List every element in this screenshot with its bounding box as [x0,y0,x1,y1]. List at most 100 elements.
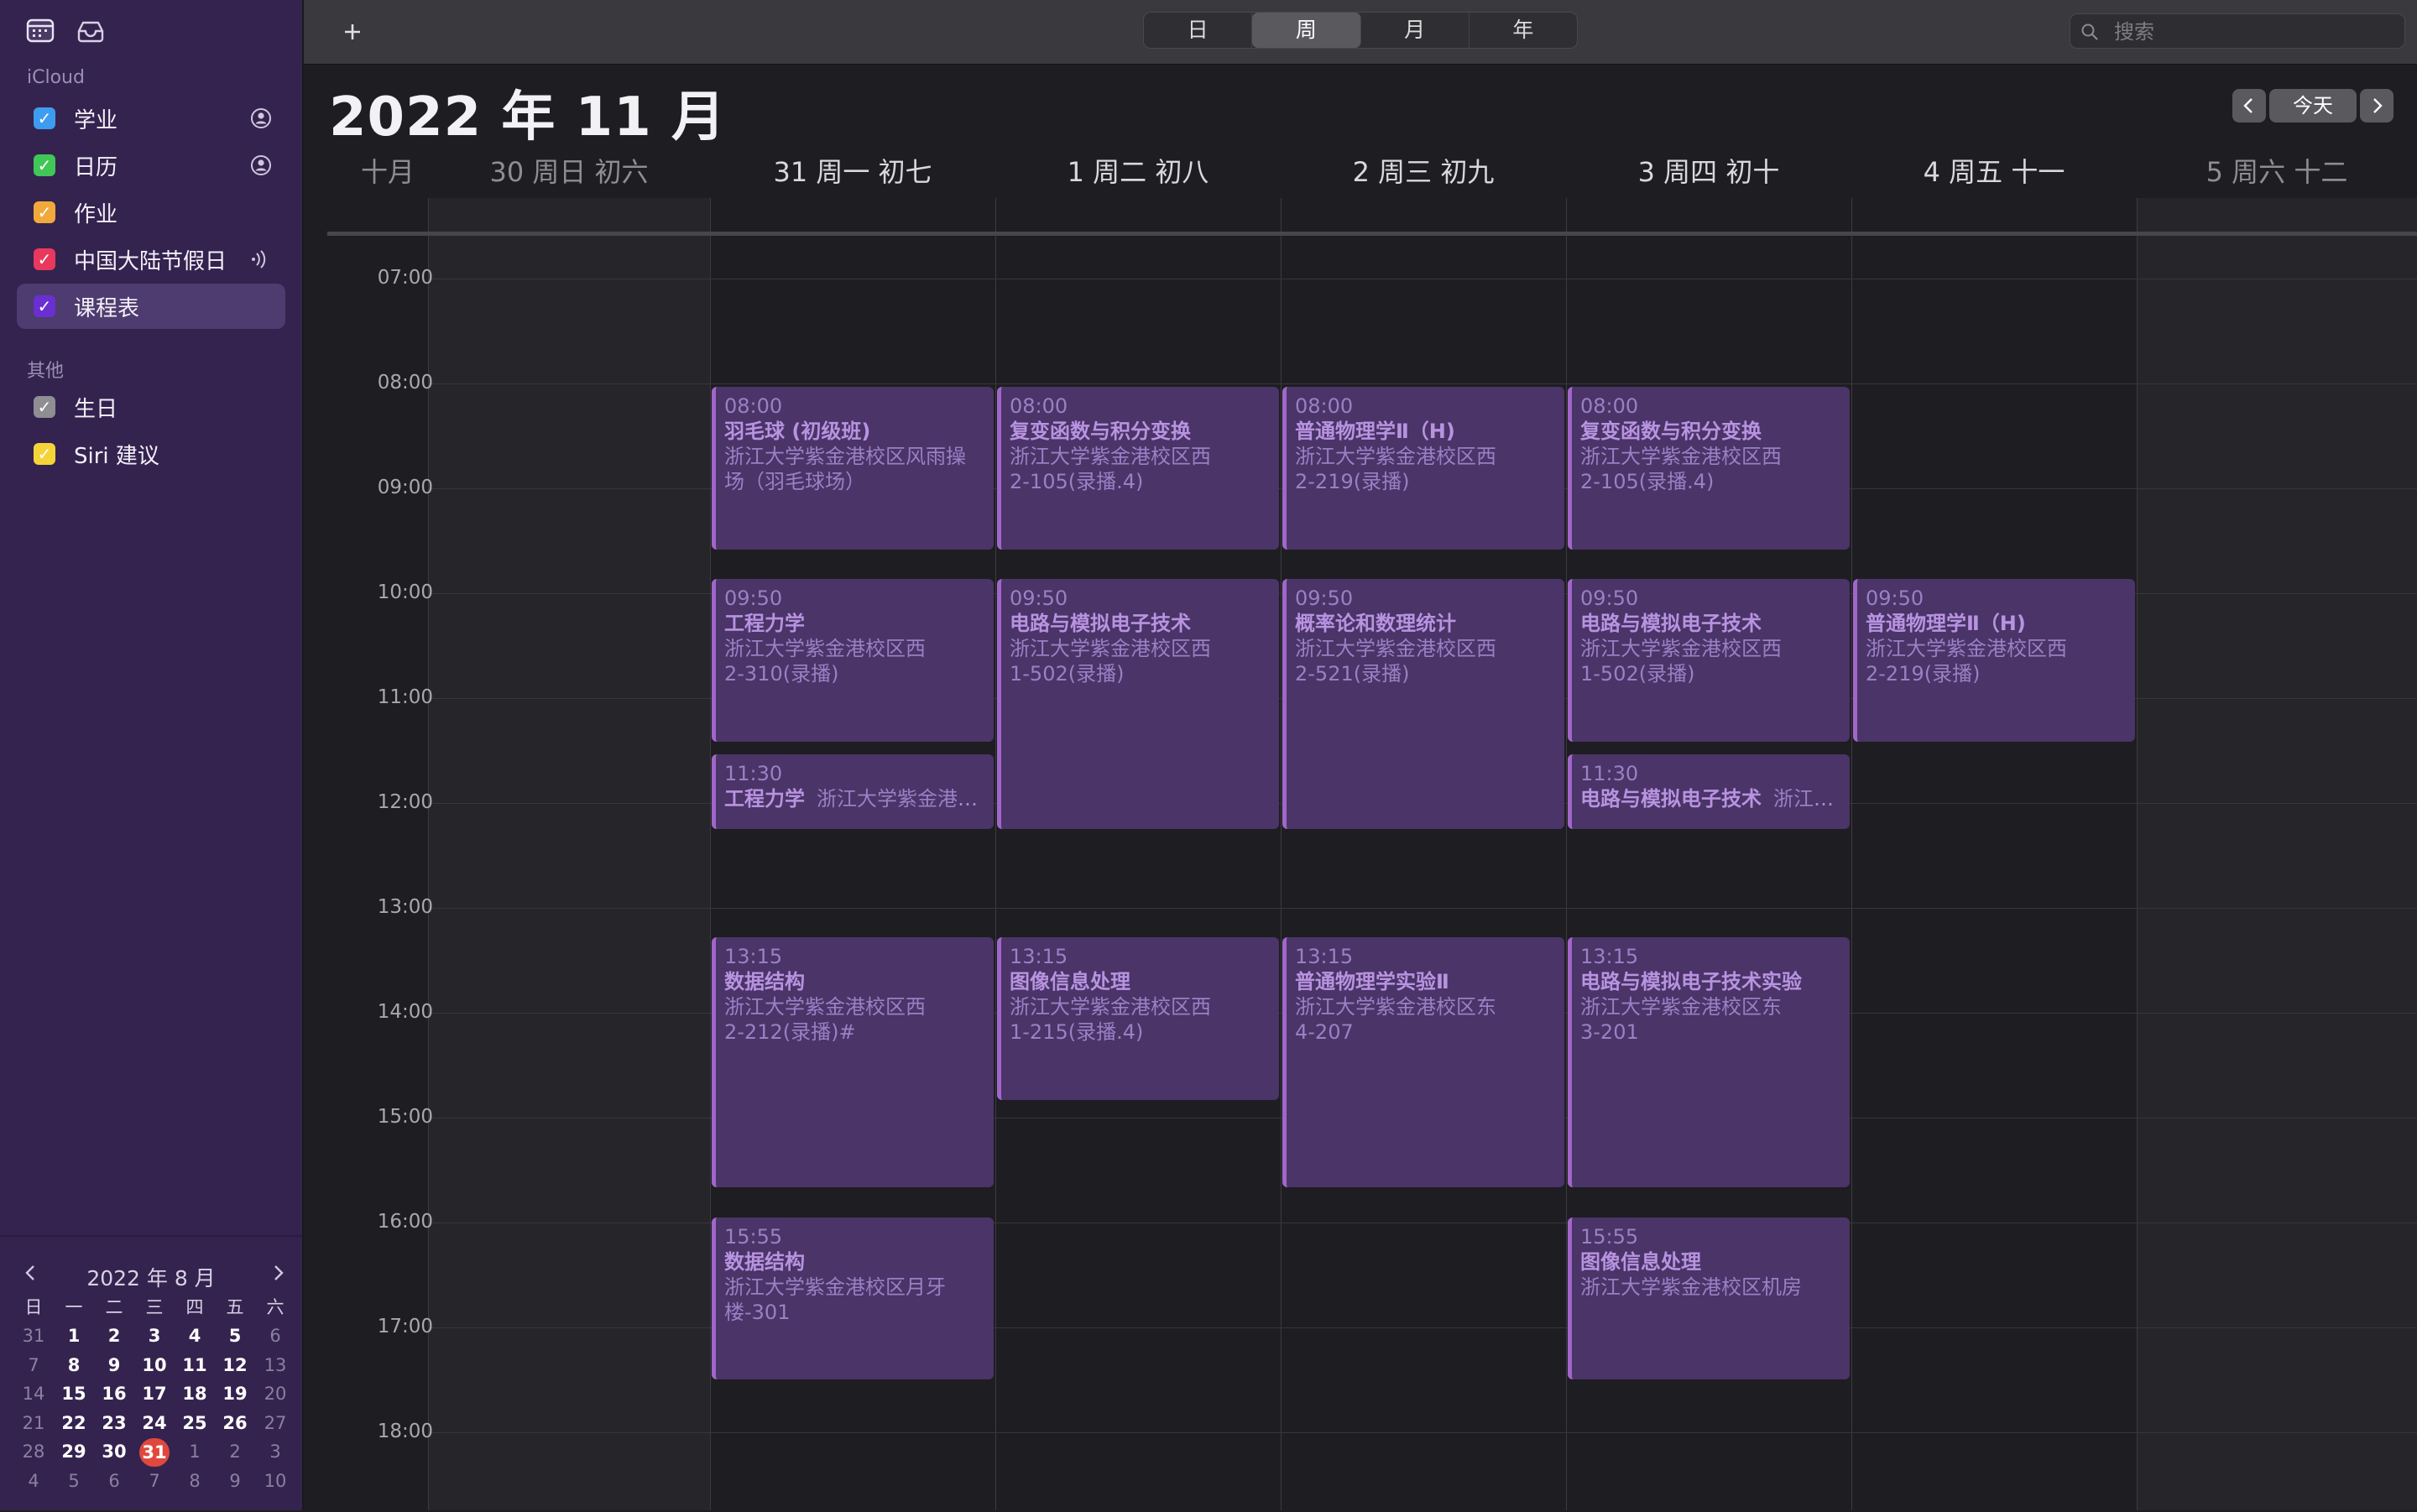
calendar-event[interactable]: 13:15 电路与模拟电子技术实验 浙江大学紫金港校区东 3-201 [1568,937,1850,1188]
next-week-button[interactable] [2360,89,2394,123]
mini-day[interactable]: 6 [97,1468,131,1494]
mini-next-month-icon[interactable] [265,1260,290,1285]
calendar-event[interactable]: 11:30电路与模拟电子技术浙江大学紫金港校区西1-502(录播) [1568,753,1850,830]
calendar-checkbox[interactable]: ✓ [34,443,55,465]
add-event-button[interactable] [336,15,369,49]
calendar-event[interactable]: 09:50 电路与模拟电子技术 浙江大学紫金港校区西 1-502(录播) [997,579,1279,830]
mini-day[interactable]: 1 [178,1438,211,1465]
mini-day[interactable]: 21 [17,1410,50,1436]
calendar-event[interactable]: 15:55 数据结构 浙江大学紫金港校区月牙 楼-301 [712,1217,994,1380]
mini-day[interactable]: 17 [138,1380,171,1407]
calendar-event[interactable]: 08:00 复变函数与积分变换 浙江大学紫金港校区西 2-105(录播.4) [1568,387,1850,550]
mini-day[interactable]: 23 [97,1410,131,1436]
mini-day[interactable]: 28 [17,1438,50,1465]
mini-day[interactable]: 1 [57,1322,91,1349]
mini-day[interactable]: 9 [218,1468,252,1494]
calendar-item[interactable]: ✓ 学业 [17,96,285,141]
mini-day[interactable]: 24 [138,1410,171,1436]
mini-day[interactable]: 29 [57,1438,91,1465]
mini-day[interactable]: 9 [97,1352,131,1379]
view-day-tab[interactable]: 日 [1144,13,1253,48]
calendar-checkbox[interactable]: ✓ [34,154,55,176]
mini-day[interactable]: 7 [17,1352,50,1379]
calendar-checkbox[interactable]: ✓ [34,396,55,418]
calendar-event[interactable]: 08:00 普通物理学Ⅱ（H) 浙江大学紫金港校区西 2-219(录播) [1282,387,1564,550]
calendar-event[interactable]: 08:00 羽毛球 (初级班) 浙江大学紫金港校区风雨操 场（羽毛球场） [712,387,994,550]
other-section-label: 其他 [27,361,65,382]
mini-day[interactable]: 12 [218,1352,252,1379]
calendar-event[interactable]: 09:50 概率论和数理统计 浙江大学紫金港校区西 2-521(录播) [1282,579,1564,830]
calendar-checkbox[interactable]: ✓ [34,295,55,317]
mini-day[interactable]: 25 [178,1410,211,1436]
mini-day[interactable]: 30 [97,1438,131,1465]
mini-day[interactable]: 8 [178,1468,211,1494]
mini-day[interactable]: 20 [258,1380,292,1407]
mini-weekday-label: 六 [266,1297,285,1317]
event-time: 13:15 [1580,945,1639,969]
view-year-tab[interactable]: 年 [1470,13,1577,48]
mini-day[interactable]: 10 [258,1468,292,1494]
day-column-header[interactable]: 1 周二 初八 [995,151,1281,193]
mini-day-today[interactable]: 31 [138,1438,171,1467]
calendar-item[interactable]: ✓ 课程表 [17,284,285,329]
calendar-item[interactable]: ✓ 生日 [17,384,285,430]
mini-day[interactable]: 16 [97,1380,131,1407]
calendar-checkbox[interactable]: ✓ [34,107,55,129]
calendar-event[interactable]: 15:55 图像信息处理 浙江大学紫金港校区机房 [1568,1217,1850,1380]
page-title: 2022 年 11 月 [329,86,727,149]
day-column-header[interactable]: 30 周日 初六 [428,151,710,193]
mini-day[interactable]: 26 [218,1410,252,1436]
mini-day[interactable]: 11 [178,1352,211,1379]
calendar-item[interactable]: ✓ 中国大陆节假日 [17,237,285,282]
date-navigation: 今天 [2232,89,2394,123]
day-column-header[interactable]: 5 周六 十二 [2137,151,2417,193]
mini-day[interactable]: 2 [97,1322,131,1349]
mini-day[interactable]: 15 [57,1380,91,1407]
calendar-event[interactable]: 13:15 图像信息处理 浙江大学紫金港校区西 1-215(录播.4) [997,937,1279,1101]
mini-day[interactable]: 4 [178,1322,211,1349]
mini-day[interactable]: 3 [258,1438,292,1465]
calendar-item[interactable]: ✓ 作业 [17,190,285,235]
calendar-item-label: 生日 [74,396,118,422]
calendar-event[interactable]: 13:15 普通物理学实验Ⅱ 浙江大学紫金港校区东 4-207 [1282,937,1564,1188]
calendar-event[interactable]: 08:00 复变函数与积分变换 浙江大学紫金港校区西 2-105(录播.4) [997,387,1279,550]
mini-day[interactable]: 27 [258,1410,292,1436]
mini-day[interactable]: 31 [17,1322,50,1349]
day-column-header[interactable]: 2 周三 初九 [1281,151,1566,193]
mini-day[interactable]: 3 [138,1322,171,1349]
calendar-item[interactable]: ✓ Siri 建议 [17,431,285,477]
calendar-item[interactable]: ✓ 日历 [17,143,285,188]
calendar-event[interactable]: 09:50 电路与模拟电子技术 浙江大学紫金港校区西 1-502(录播) [1568,579,1850,743]
calendar-checkbox[interactable]: ✓ [34,201,55,223]
mini-day[interactable]: 6 [258,1322,292,1349]
view-week-tab[interactable]: 周 [1252,13,1361,48]
calendar-event[interactable]: 13:15 数据结构 浙江大学紫金港校区西 2-212(录播)# [712,937,994,1188]
mini-day[interactable]: 7 [138,1468,171,1494]
mini-day[interactable]: 14 [17,1380,50,1407]
previous-week-button[interactable] [2232,89,2266,123]
calendar-event[interactable]: 09:50 普通物理学Ⅱ（H) 浙江大学紫金港校区西 2-219(录播) [1853,579,2135,743]
mini-day[interactable]: 8 [57,1352,91,1379]
hour-label: 13:00 [377,896,433,918]
mini-day[interactable]: 18 [178,1380,211,1407]
calendar-event[interactable]: 09:50 工程力学 浙江大学紫金港校区西 2-310(录播) [712,579,994,743]
calendar-checkbox[interactable]: ✓ [34,248,55,270]
mini-day[interactable]: 22 [57,1410,91,1436]
today-button[interactable]: 今天 [2269,89,2357,123]
mini-day[interactable]: 19 [218,1380,252,1407]
event-time: 09:50 [724,587,783,611]
search-input[interactable] [2112,18,2393,46]
calendar-event[interactable]: 11:30工程力学浙江大学紫金港校区西2-310(录播) [712,753,994,830]
mini-day[interactable]: 5 [218,1322,252,1349]
inbox-icon[interactable] [76,17,106,44]
day-column-header[interactable]: 4 周五 十一 [1851,151,2137,193]
day-column-header[interactable]: 3 周四 初十 [1566,151,1851,193]
mini-day[interactable]: 13 [258,1352,292,1379]
view-month-tab[interactable]: 月 [1361,13,1470,48]
mini-day[interactable]: 4 [17,1468,50,1494]
mini-day[interactable]: 2 [218,1438,252,1465]
day-column-header[interactable]: 31 周一 初七 [710,151,995,193]
mini-day[interactable]: 5 [57,1468,91,1494]
calendar-icon[interactable] [25,17,55,44]
mini-day[interactable]: 10 [138,1352,171,1379]
